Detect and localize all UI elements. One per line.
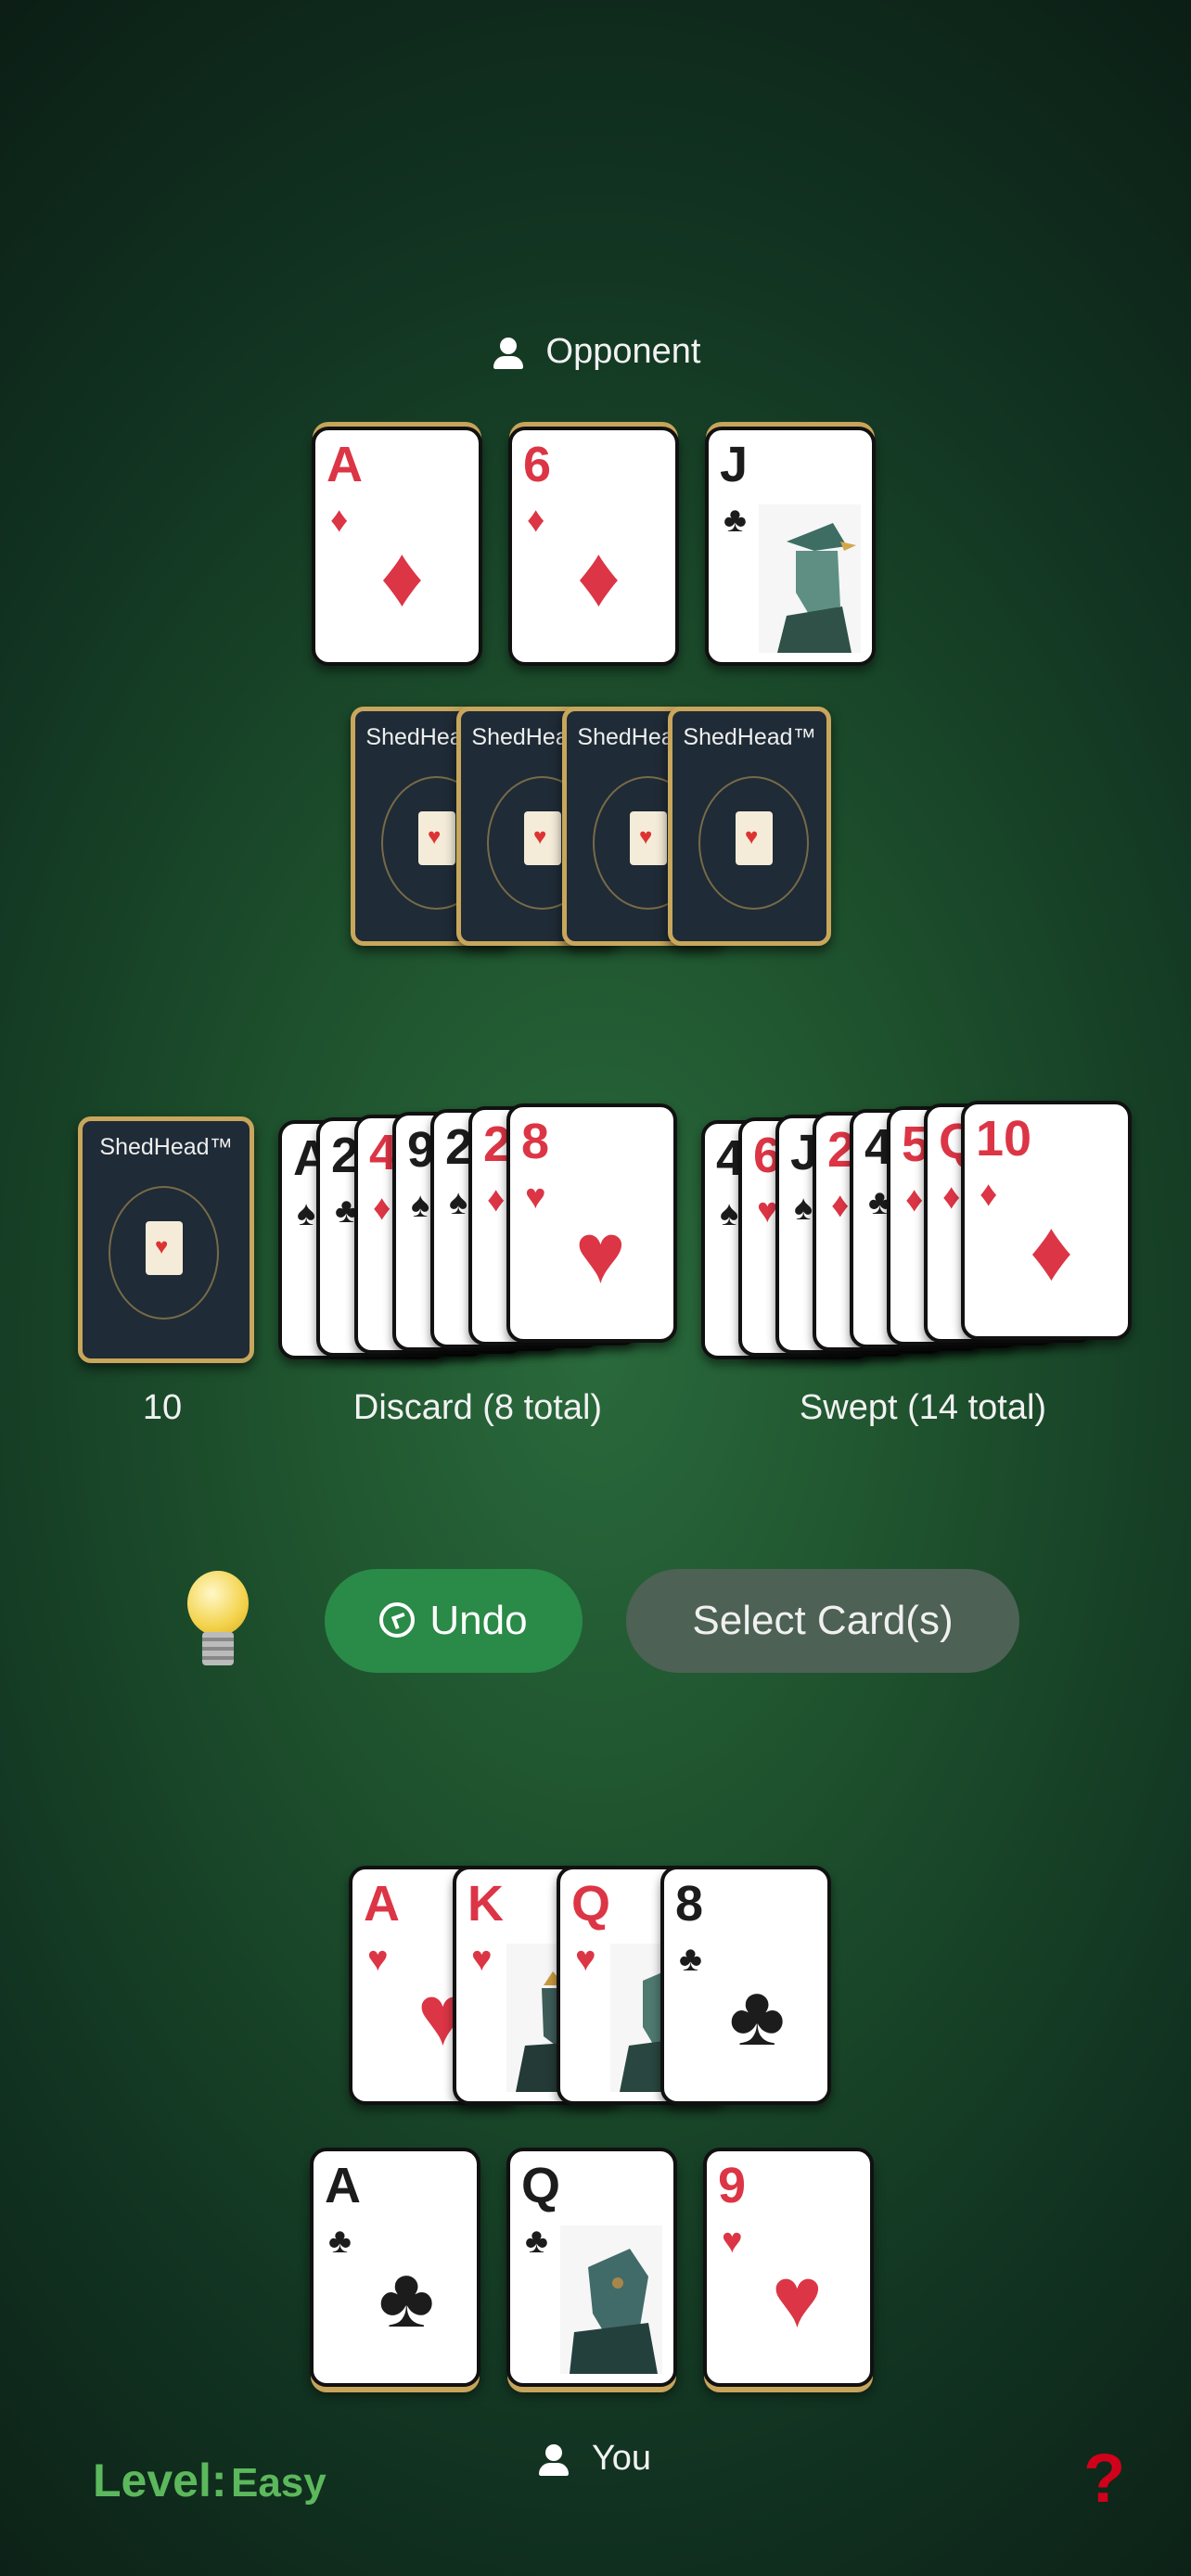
card-suit: ♥ <box>722 2222 743 2261</box>
card-rank: Q <box>571 1876 611 1932</box>
person-icon <box>536 2442 571 2478</box>
card-suit: ♠ <box>297 1194 316 1233</box>
card-rank: A <box>327 437 363 492</box>
discard-label: Discard (8 total) <box>352 1388 603 1427</box>
jack-face-art <box>759 504 861 653</box>
card-suit: ♦ <box>905 1180 924 1219</box>
card-suit: ♦ <box>330 501 349 540</box>
card-rank: A <box>325 2158 361 2213</box>
lightbulb-icon <box>187 1571 249 1636</box>
opponent-label: Opponent <box>456 332 735 372</box>
queen-face-art <box>560 2225 662 2374</box>
player-faceup-card[interactable]: 9 ♥ ♥ <box>703 2148 874 2387</box>
level-indicator: Level: Easy <box>93 2455 327 2506</box>
swept-label: Swept (14 total) <box>799 1388 1047 1427</box>
card-suit: ♦ <box>373 1189 391 1228</box>
player-hand-card[interactable]: 8 ♣ ♣ <box>660 1866 831 2105</box>
draw-deck[interactable]: ShedHead™ <box>78 1116 254 1363</box>
undo-icon <box>379 1602 416 1638</box>
card-suit-pip: ♣ <box>378 2251 435 2345</box>
card-suit: ♣ <box>328 2222 352 2261</box>
help-button[interactable]: ? <box>1083 2439 1125 2518</box>
card-suit: ♣ <box>525 2222 548 2261</box>
opponent-faceup-card[interactable]: J ♣ <box>705 427 876 666</box>
deck-count: 10 <box>142 1388 183 1427</box>
card-suit: ♥ <box>525 1178 546 1217</box>
opponent-faceup-card[interactable]: A ♦ ♦ <box>312 427 482 666</box>
card-rank: K <box>467 1876 504 1932</box>
card-rank: 6 <box>523 437 552 492</box>
card-suit: ♥ <box>471 1940 493 1979</box>
card-suit: ♦ <box>980 1175 998 1214</box>
card-suit: ♦ <box>831 1186 850 1225</box>
card-suit-pip: ♥ <box>772 2251 823 2345</box>
person-icon <box>491 336 526 371</box>
card-rank: 8 <box>521 1114 550 1169</box>
card-suit: ♣ <box>724 501 747 540</box>
card-suit-pip: ♥ <box>575 1206 626 1301</box>
card-rank: A <box>364 1876 400 1932</box>
card-suit: ♠ <box>794 1189 813 1228</box>
card-rank: Q <box>521 2158 561 2213</box>
player-faceup-card[interactable]: A ♣ ♣ <box>310 2148 480 2387</box>
card-rank: 9 <box>718 2158 747 2213</box>
pile-card: 8 ♥ ♥ <box>506 1103 677 1343</box>
card-suit: ♥ <box>367 1940 389 1979</box>
card-suit: ♠ <box>411 1186 430 1225</box>
card-suit-pip: ♣ <box>729 1969 786 2063</box>
card-suit-pip: ♦ <box>380 529 424 624</box>
pile-card: 10 ♦ ♦ <box>961 1101 1132 1340</box>
card-suit: ♠ <box>720 1194 739 1233</box>
card-rank: 10 <box>976 1111 1032 1167</box>
card-suit: ♦ <box>527 501 545 540</box>
player-faceup-card[interactable]: Q ♣ <box>506 2148 677 2387</box>
card-suit: ♦ <box>487 1180 506 1219</box>
hint-button[interactable] <box>186 1571 250 1675</box>
card-suit-pip: ♦ <box>577 529 621 624</box>
card-rank: J <box>720 437 749 492</box>
player-label: You <box>492 2439 696 2479</box>
opponent-hidden-card: ShedHead™ <box>668 707 831 946</box>
card-rank: 8 <box>675 1876 704 1932</box>
select-cards-button[interactable]: Select Card(s) <box>626 1569 1019 1673</box>
card-suit: ♥ <box>575 1940 596 1979</box>
opponent-faceup-card[interactable]: 6 ♦ ♦ <box>508 427 679 666</box>
undo-button[interactable]: Undo <box>325 1569 583 1673</box>
card-suit: ♣ <box>679 1940 702 1979</box>
card-suit: ♦ <box>942 1178 961 1217</box>
card-suit-pip: ♦ <box>1030 1204 1073 1298</box>
card-suit: ♠ <box>449 1183 468 1222</box>
